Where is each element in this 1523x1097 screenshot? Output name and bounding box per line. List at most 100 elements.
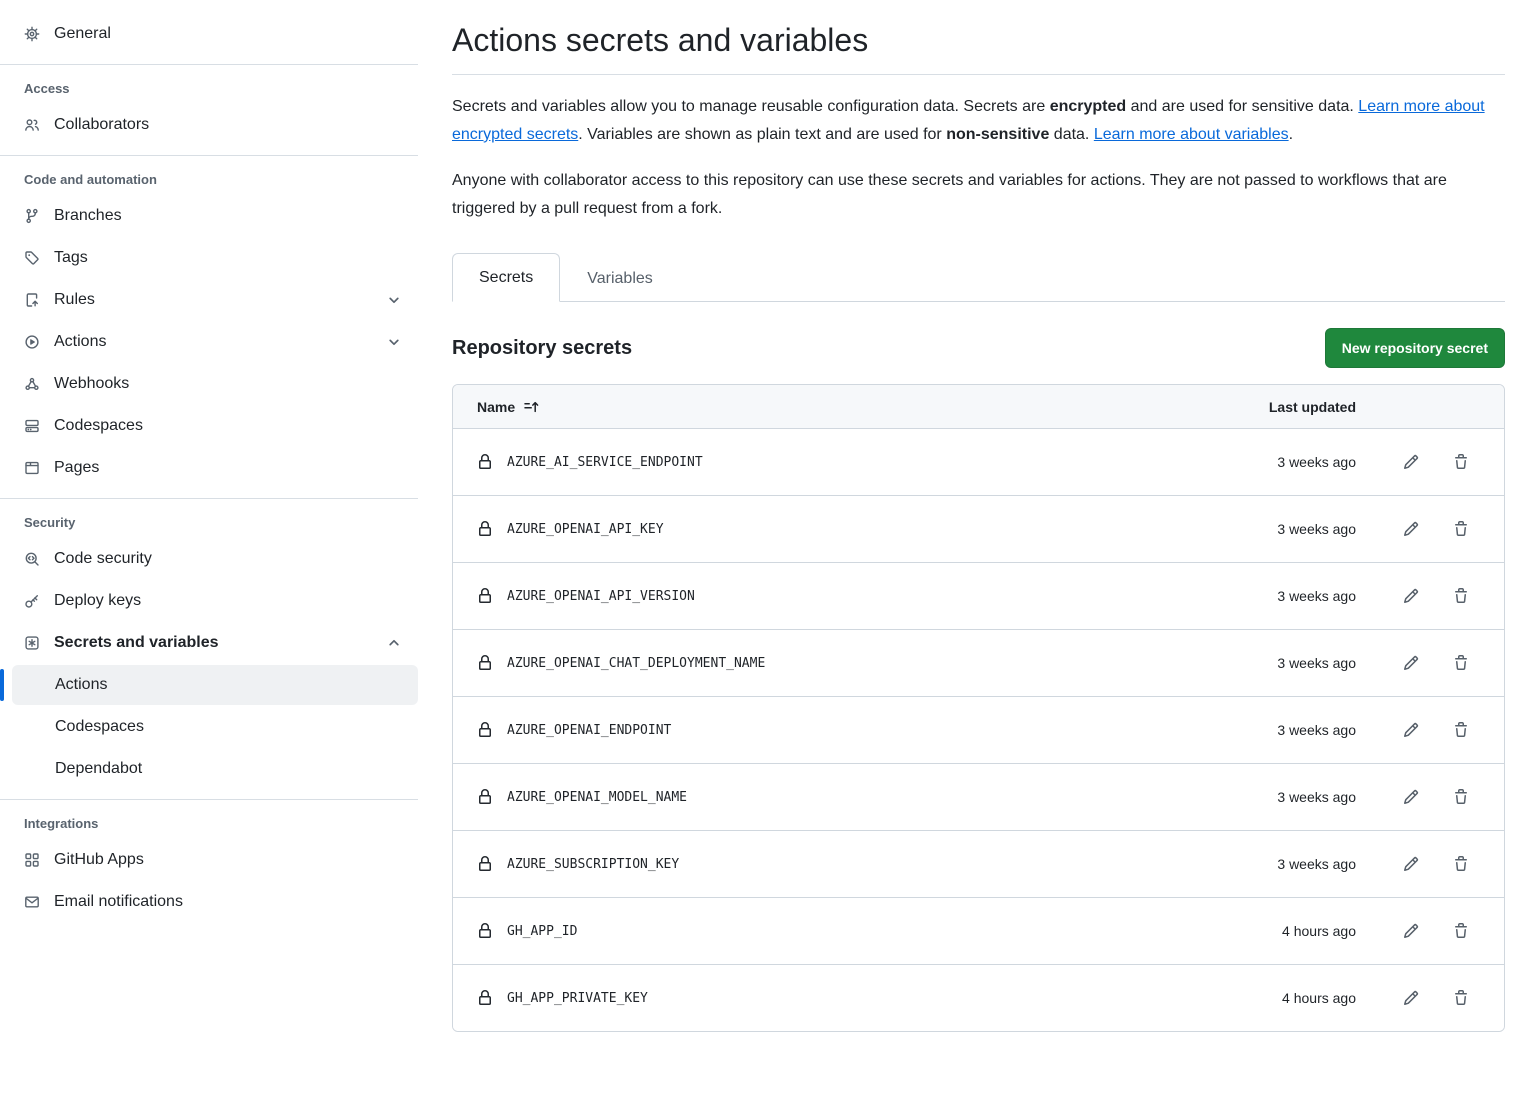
sidebar-item-code-security[interactable]: Code security [0, 539, 418, 579]
lock-icon [477, 521, 493, 537]
people-icon [24, 117, 40, 133]
column-header-last-updated: Last updated [1212, 399, 1372, 415]
tag-icon [24, 250, 40, 266]
secret-actions-cell [1372, 989, 1504, 1007]
secret-actions-cell [1372, 520, 1504, 538]
sidebar-item-webhooks[interactable]: Webhooks [0, 364, 418, 404]
secret-name: AZURE_OPENAI_API_VERSION [507, 589, 695, 604]
delete-secret-button[interactable] [1452, 788, 1470, 806]
secret-last-updated: 3 weeks ago [1212, 856, 1372, 872]
browser-icon [24, 460, 40, 476]
sidebar-item-label: Code security [54, 549, 152, 569]
secret-name: GH_APP_PRIVATE_KEY [507, 991, 648, 1006]
sidebar-item-general[interactable]: General [0, 14, 418, 54]
secret-name-cell: AZURE_SUBSCRIPTION_KEY [453, 856, 1212, 872]
table-row: GH_APP_ID4 hours ago [453, 897, 1504, 964]
sidebar-item-github-apps[interactable]: GitHub Apps [0, 840, 418, 880]
apps-icon [24, 852, 40, 868]
new-repository-secret-button[interactable]: New repository secret [1325, 328, 1505, 368]
sidebar-subitem-actions[interactable]: Actions [12, 665, 418, 705]
sidebar-item-secrets-and-variables[interactable]: Secrets and variables [0, 623, 418, 663]
chevron-up-icon [386, 635, 402, 651]
delete-secret-button[interactable] [1452, 654, 1470, 672]
sidebar-item-label: GitHub Apps [54, 850, 144, 870]
description-text: data. [1049, 126, 1093, 143]
sidebar-subitem-dependabot[interactable]: Dependabot [0, 749, 418, 789]
sidebar-divider [0, 498, 418, 499]
rules-icon [24, 292, 40, 308]
secret-name: AZURE_AI_SERVICE_ENDPOINT [507, 455, 703, 470]
secret-name-cell: AZURE_OPENAI_ENDPOINT [453, 722, 1212, 738]
delete-secret-button[interactable] [1452, 989, 1470, 1007]
lock-icon [477, 990, 493, 1006]
delete-secret-button[interactable] [1452, 453, 1470, 471]
tab-variables[interactable]: Variables [560, 253, 680, 302]
edit-secret-button[interactable] [1402, 520, 1420, 538]
secret-name: AZURE_SUBSCRIPTION_KEY [507, 857, 679, 872]
delete-secret-button[interactable] [1452, 587, 1470, 605]
emphasis-text: encrypted [1050, 98, 1126, 115]
secret-last-updated: 4 hours ago [1212, 923, 1372, 939]
sidebar-item-collaborators[interactable]: Collaborators [0, 105, 418, 145]
tab-secrets[interactable]: Secrets [452, 253, 560, 302]
delete-secret-button[interactable] [1452, 922, 1470, 940]
column-header-name[interactable]: Name [453, 399, 1212, 415]
edit-secret-button[interactable] [1402, 587, 1420, 605]
sidebar-item-actions[interactable]: Actions [0, 322, 418, 362]
sidebar-item-email-notifications[interactable]: Email notifications [0, 882, 418, 922]
sidebar-section-header-integrations: Integrations [0, 814, 418, 834]
lock-icon [477, 655, 493, 671]
delete-secret-button[interactable] [1452, 855, 1470, 873]
edit-secret-button[interactable] [1402, 788, 1420, 806]
lock-icon [477, 856, 493, 872]
secret-name-cell: AZURE_OPENAI_API_KEY [453, 521, 1212, 537]
secret-actions-cell [1372, 587, 1504, 605]
delete-secret-button[interactable] [1452, 721, 1470, 739]
edit-secret-button[interactable] [1402, 721, 1420, 739]
table-row: AZURE_AI_SERVICE_ENDPOINT3 weeks ago [453, 428, 1504, 495]
section-head: Repository secrets New repository secret [452, 328, 1505, 368]
sidebar-item-deploy-keys[interactable]: Deploy keys [0, 581, 418, 621]
sidebar-subitem-codespaces[interactable]: Codespaces [0, 707, 418, 747]
lock-icon [477, 722, 493, 738]
table-row: AZURE_OPENAI_API_KEY3 weeks ago [453, 495, 1504, 562]
edit-secret-button[interactable] [1402, 989, 1420, 1007]
sidebar-item-tags[interactable]: Tags [0, 238, 418, 278]
description-paragraph: Secrets and variables allow you to manag… [452, 93, 1505, 149]
secret-actions-cell [1372, 721, 1504, 739]
secret-name: AZURE_OPENAI_ENDPOINT [507, 723, 671, 738]
repo-settings-page: GeneralAccessCollaboratorsCode and autom… [0, 0, 1523, 1056]
emphasis-text: non-sensitive [946, 126, 1049, 143]
edit-secret-button[interactable] [1402, 453, 1420, 471]
sidebar-item-label: Dependabot [55, 759, 142, 779]
codespaces-icon [24, 418, 40, 434]
sidebar-divider [0, 155, 418, 156]
main-content: Actions secrets and variables Secrets an… [430, 0, 1523, 1056]
table-row: AZURE_OPENAI_CHAT_DEPLOYMENT_NAME3 weeks… [453, 629, 1504, 696]
edit-secret-button[interactable] [1402, 855, 1420, 873]
sidebar-item-codespaces[interactable]: Codespaces [0, 406, 418, 446]
fork-note-paragraph: Anyone with collaborator access to this … [452, 167, 1505, 223]
key-icon [24, 593, 40, 609]
description-text: and are used for sensitive data. [1126, 98, 1358, 115]
lock-icon [477, 789, 493, 805]
sidebar-item-branches[interactable]: Branches [0, 196, 418, 236]
table-row: AZURE_OPENAI_ENDPOINT3 weeks ago [453, 696, 1504, 763]
sidebar-item-pages[interactable]: Pages [0, 448, 418, 488]
learn-more-link[interactable]: Learn more about variables [1094, 126, 1289, 143]
secret-actions-cell [1372, 453, 1504, 471]
secret-name-cell: AZURE_OPENAI_CHAT_DEPLOYMENT_NAME [453, 655, 1212, 671]
description-text: . Variables are shown as plain text and … [578, 126, 946, 143]
chevron-down-icon [386, 292, 402, 308]
edit-secret-button[interactable] [1402, 922, 1420, 940]
settings-sidebar: GeneralAccessCollaboratorsCode and autom… [0, 0, 430, 948]
delete-secret-button[interactable] [1452, 520, 1470, 538]
sidebar-divider [0, 64, 418, 65]
table-row: AZURE_OPENAI_MODEL_NAME3 weeks ago [453, 763, 1504, 830]
git-branch-icon [24, 208, 40, 224]
sidebar-item-rules[interactable]: Rules [0, 280, 418, 320]
edit-secret-button[interactable] [1402, 654, 1420, 672]
secrets-table: Name Last updated AZURE_AI_SERVICE_ENDPO… [452, 384, 1505, 1032]
sidebar-item-label: Email notifications [54, 892, 183, 912]
gear-icon [24, 26, 40, 42]
